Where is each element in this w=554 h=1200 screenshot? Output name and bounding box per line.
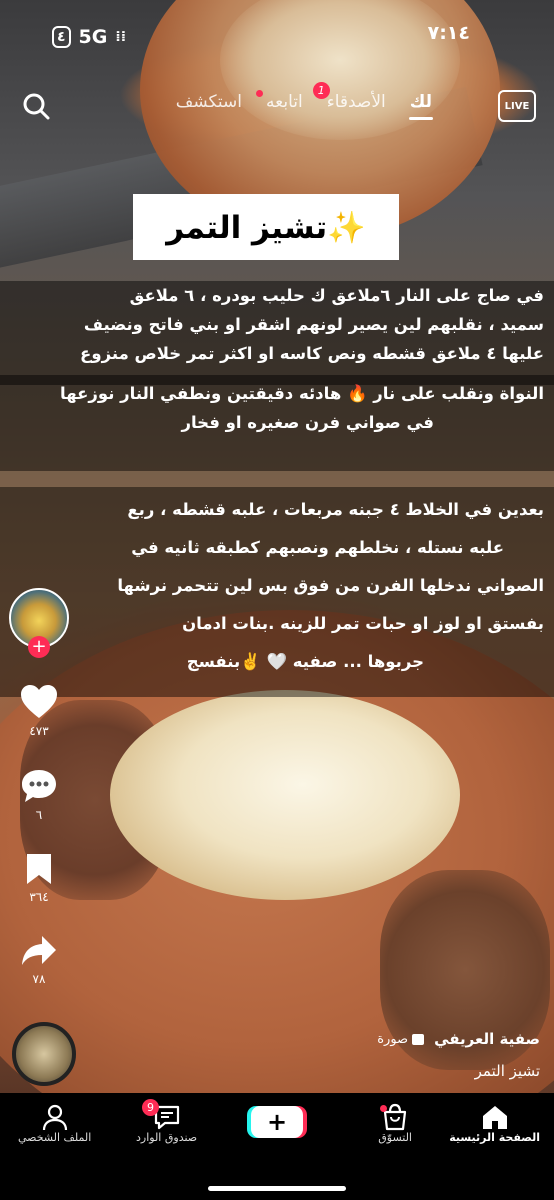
heart-icon xyxy=(21,685,57,718)
tab-home-label: الصفحة الرئيسية xyxy=(449,1131,540,1144)
bookmark-icon xyxy=(27,854,51,884)
caption-line: بفستق او لوز او حبات تمر للزينه .بنات اد… xyxy=(182,614,544,633)
create-button[interactable]: + xyxy=(251,1106,303,1138)
caption-line: جربوها ... صفيه 🤍 ✌️بنفسج xyxy=(186,652,424,671)
caption-block-3: بعدين في الخلاط ٤ جبنه مربعات ، علبه قشط… xyxy=(0,487,554,697)
like-button[interactable]: ٤٧٣ xyxy=(10,684,68,738)
share-button[interactable]: ٧٨ xyxy=(10,934,68,986)
photo-tag-label: صورة xyxy=(377,1031,409,1047)
caption-line: النواة ونقلب على نار 🔥 هادئه دقيقتين ونط… xyxy=(60,384,544,403)
comment-count: ٦ xyxy=(35,808,43,822)
home-icon xyxy=(482,1106,507,1129)
tab-shop[interactable]: التسوّق xyxy=(378,1103,412,1144)
author-row: صفية العريفي صورة xyxy=(377,1030,540,1048)
caption-line: سميد ، نقلبهم لين يصير لونهم اشقر او بني… xyxy=(83,315,544,334)
tab-shop-label: التسوّق xyxy=(378,1131,412,1144)
bottom-nav: الملف الشخصي 9 صندوق الوارد + التسوّق ال… xyxy=(0,1093,554,1200)
tab-profile[interactable]: الملف الشخصي xyxy=(18,1103,91,1144)
comment-button[interactable]: ٦ xyxy=(10,768,68,822)
caption-line: عليها ٤ ملاعق قشطه ونص كاسه او اكثر تمر … xyxy=(80,344,544,363)
tab-following-label: اتابعه xyxy=(266,92,303,112)
tab-following[interactable]: اتابعه xyxy=(256,90,303,112)
person-icon xyxy=(42,1104,67,1131)
inbox-badge: 9 xyxy=(142,1099,159,1116)
share-arrow-icon xyxy=(22,936,56,965)
network-label: 5G xyxy=(78,26,108,48)
live-icon[interactable]: LIVE xyxy=(498,90,536,122)
save-count: ٣٦٤ xyxy=(29,890,49,904)
post-title-card: تشيز التمر✨ xyxy=(133,194,399,260)
signal-icon: ⁞⁞ xyxy=(115,29,127,45)
tab-friends-label: الأصدقاء xyxy=(326,92,386,112)
comment-icon xyxy=(22,770,56,802)
status-time: ٧:١٤ xyxy=(427,22,470,44)
friends-badge: 1 xyxy=(312,82,330,99)
caption-line: في صواني فرن صغيره او فخار xyxy=(181,413,434,432)
like-count: ٤٧٣ xyxy=(29,724,49,738)
caption-line: في صاج على النار ٦ملاعق ك حليب بودره ، ٦… xyxy=(129,286,544,305)
caption-block-1: في صاج على النار ٦ملاعق ك حليب بودره ، ٦… xyxy=(0,281,554,385)
tab-profile-label: الملف الشخصي xyxy=(18,1131,92,1144)
author-avatar[interactable]: + xyxy=(9,588,69,670)
status-network: ٤ 5G ⁞⁞ xyxy=(52,22,126,52)
photo-tag: صورة xyxy=(377,1031,425,1047)
post-description: تشيز التمر xyxy=(474,1062,540,1080)
share-count: ٧٨ xyxy=(32,972,46,986)
following-dot xyxy=(256,90,264,97)
tab-home[interactable]: الصفحة الرئيسية xyxy=(449,1103,540,1144)
tab-explore[interactable]: استكشف xyxy=(176,92,242,112)
tab-friends[interactable]: 1 الأصدقاء xyxy=(312,82,386,112)
cheese-layer xyxy=(110,690,460,900)
tab-for-you[interactable]: لك xyxy=(408,92,434,120)
caption-line: بعدين في الخلاط ٤ جبنه مربعات ، علبه قشط… xyxy=(127,500,544,519)
tab-inbox[interactable]: 9 صندوق الوارد xyxy=(136,1099,198,1144)
top-nav-tabs: استكشف اتابعه 1 الأصدقاء لك xyxy=(176,82,434,120)
save-button[interactable]: ٣٦٤ xyxy=(10,852,68,904)
author-name[interactable]: صفية العريفي xyxy=(434,1030,540,1048)
caption-line: علبه نستله ، نخلطهم ونصبهم كطبقه ثانيه ف… xyxy=(131,538,504,557)
caption-block-2: النواة ونقلب على نار 🔥 هادئه دقيقتين ونط… xyxy=(0,375,554,471)
home-indicator xyxy=(208,1186,346,1191)
caption-line: الصواني ندخلها الفرن من فوق بس لين تتحمر… xyxy=(117,576,544,595)
photo-icon xyxy=(412,1033,425,1045)
sound-disc-icon[interactable] xyxy=(12,1022,76,1086)
battery-icon: ٤ xyxy=(52,26,71,48)
search-icon[interactable] xyxy=(22,92,50,120)
tab-inbox-label: صندوق الوارد xyxy=(136,1131,198,1144)
follow-plus-icon[interactable]: + xyxy=(28,636,50,658)
